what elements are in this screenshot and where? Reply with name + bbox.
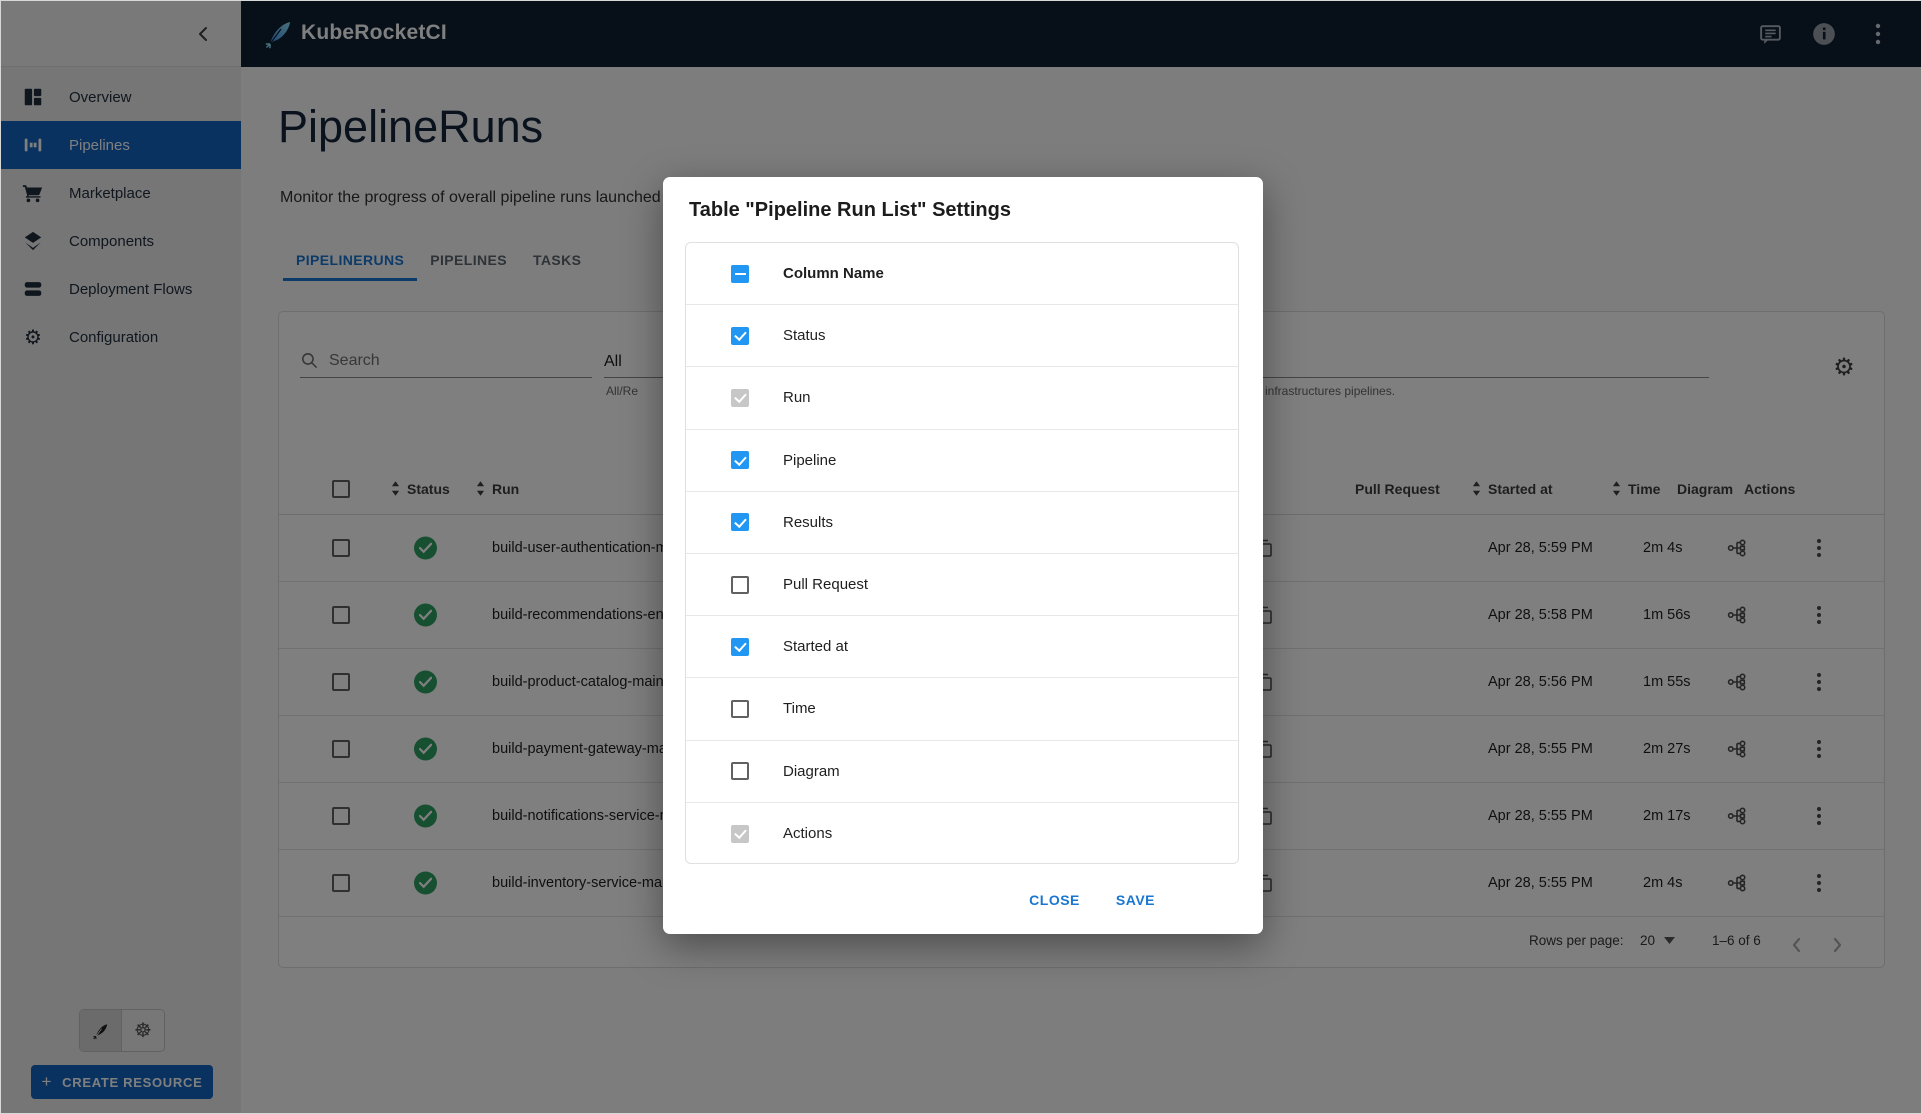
diagram-checkbox[interactable] <box>731 762 749 780</box>
column-row-results[interactable]: Results <box>686 492 1238 554</box>
column-row-diagram[interactable]: Diagram <box>686 741 1238 803</box>
column-row-time[interactable]: Time <box>686 678 1238 740</box>
column-row-run: Run <box>686 367 1238 429</box>
column-label: Diagram <box>783 763 840 780</box>
column-row-started-at[interactable]: Started at <box>686 616 1238 678</box>
column-label: Time <box>783 700 816 717</box>
results-checkbox[interactable] <box>731 513 749 531</box>
column-row-actions: Actions <box>686 803 1238 864</box>
column-row-pull-request[interactable]: Pull Request <box>686 554 1238 616</box>
column-label: Pipeline <box>783 452 836 469</box>
column-settings-header-row: Column Name <box>686 243 1238 305</box>
save-button[interactable]: SAVE <box>1114 886 1157 914</box>
modal-title: Table "Pipeline Run List" Settings <box>689 199 1011 222</box>
column-label: Run <box>783 389 811 406</box>
app-window: Overview Pipelines Marketplace Component… <box>0 0 1922 1114</box>
time-checkbox[interactable] <box>731 700 749 718</box>
column-label: Results <box>783 514 833 531</box>
pipeline-checkbox[interactable] <box>731 451 749 469</box>
column-row-pipeline[interactable]: Pipeline <box>686 430 1238 492</box>
pull-request-checkbox[interactable] <box>731 576 749 594</box>
table-settings-modal: Table "Pipeline Run List" Settings Colum… <box>663 177 1263 934</box>
status-checkbox[interactable] <box>731 327 749 345</box>
column-settings-list: Column Name Status Run Pipeline Results … <box>685 242 1239 864</box>
close-button[interactable]: CLOSE <box>1027 886 1082 914</box>
column-name-header: Column Name <box>783 265 884 282</box>
run-checkbox-disabled <box>731 389 749 407</box>
column-row-status[interactable]: Status <box>686 305 1238 367</box>
column-label: Status <box>783 327 826 344</box>
select-all-columns-checkbox[interactable] <box>731 265 749 283</box>
started-at-checkbox[interactable] <box>731 638 749 656</box>
column-label: Pull Request <box>783 576 868 593</box>
column-label: Started at <box>783 638 848 655</box>
column-label: Actions <box>783 825 832 842</box>
modal-actions: CLOSE SAVE <box>1027 886 1157 914</box>
actions-checkbox-disabled <box>731 825 749 843</box>
